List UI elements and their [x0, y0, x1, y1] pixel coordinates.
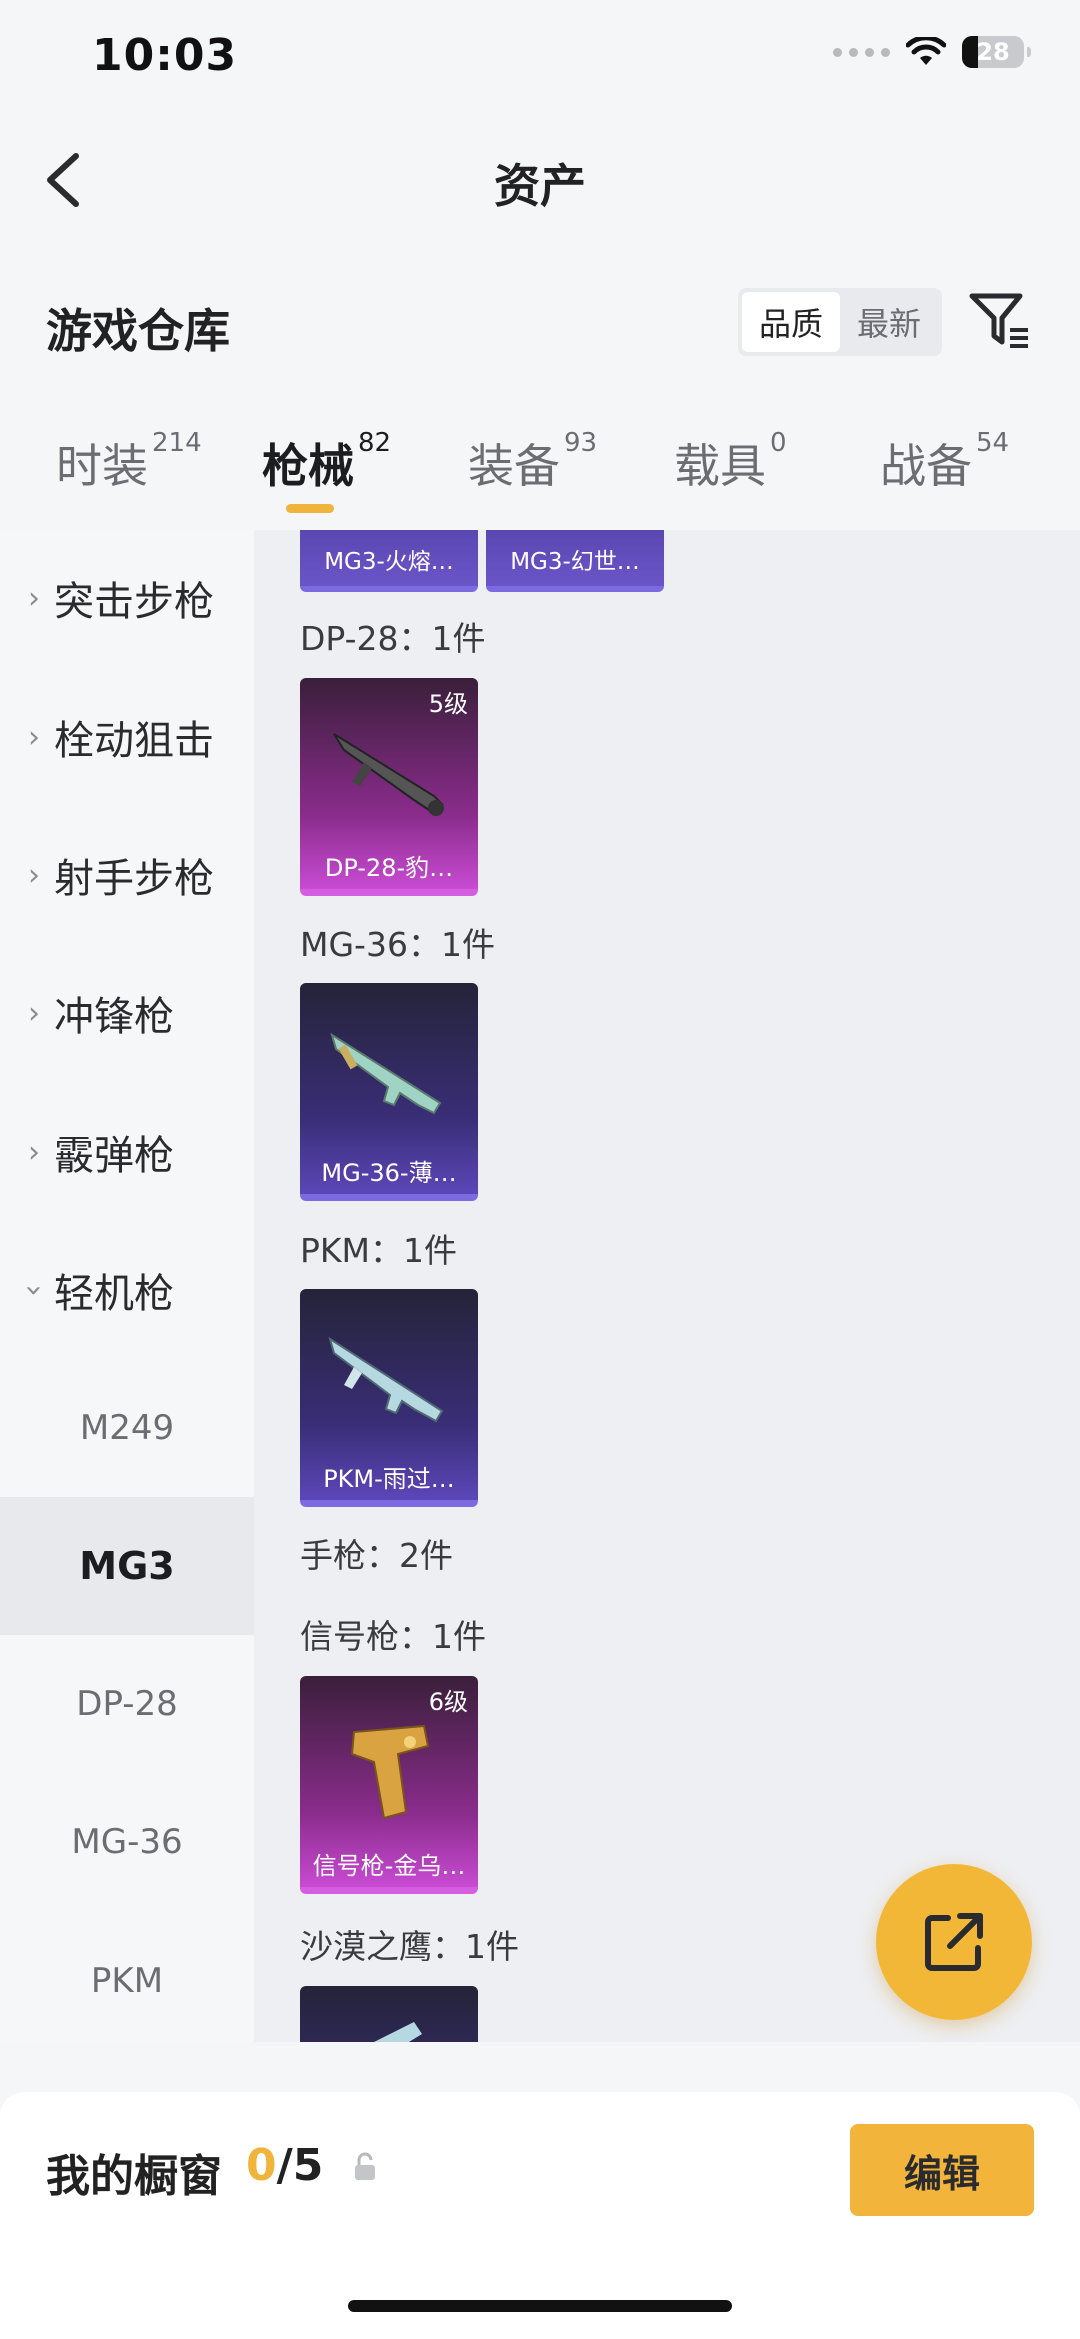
- chevron-down-icon: ›: [16, 1284, 52, 1296]
- sidebar-item-shotgun[interactable]: › 霰弹枪: [0, 1107, 254, 1197]
- filter-icon[interactable]: [966, 288, 1032, 354]
- sort-newest-button[interactable]: 最新: [840, 292, 938, 352]
- edit-button[interactable]: 编辑: [850, 2124, 1034, 2216]
- sidebar-item-assault-rifle[interactable]: › 突击步枪: [0, 553, 254, 643]
- item-card[interactable]: MG-36-薄…: [300, 983, 478, 1201]
- item-name: MG3-幻世…: [510, 549, 640, 575]
- page-title: 资产: [494, 159, 586, 213]
- item-card[interactable]: MG3-幻世…: [486, 530, 664, 592]
- sidebar-subitem-mg3[interactable]: MG3: [0, 1497, 254, 1635]
- sidebar-item-label: 栓动狙击: [54, 718, 214, 764]
- sidebar-subitem-pkm[interactable]: PKM: [0, 1912, 254, 2050]
- item-name: 信号枪-金乌…: [312, 1852, 466, 1880]
- tab-label: 时装: [56, 439, 148, 493]
- machine-gun-icon: [330, 1032, 442, 1115]
- group-title: 信号枪：1件: [300, 1617, 486, 1656]
- signal-icon: [833, 47, 890, 57]
- item-card[interactable]: 6级 信号枪-金乌…: [300, 1676, 478, 1894]
- tab-vehicles[interactable]: 载具 0: [674, 428, 787, 496]
- chevron-right-icon: ›: [28, 995, 40, 1031]
- item-name: MG-36-薄…: [321, 1159, 457, 1187]
- showcase-total: /5: [276, 2140, 324, 2191]
- group-title: DP-28：1件: [300, 619, 486, 658]
- tab-label: 枪械: [262, 439, 354, 493]
- item-card[interactable]: PKM-雨过…: [300, 1289, 478, 1507]
- sidebar-item-label: 轻机枪: [54, 1271, 174, 1317]
- lock-icon: [355, 2152, 375, 2180]
- group-title: 手枪：2件: [300, 1536, 453, 1575]
- sidebar-item-label: 射手步枪: [54, 856, 214, 902]
- sort-quality-button[interactable]: 品质: [742, 292, 840, 352]
- status-icons: 28: [833, 36, 1031, 68]
- tab-count: 82: [358, 428, 392, 458]
- sidebar-item-lmg[interactable]: › 轻机枪: [0, 1245, 254, 1335]
- tab-indicator: [286, 504, 334, 513]
- chevron-right-icon: ›: [28, 719, 40, 755]
- tab-equipment[interactable]: 装备 93: [468, 428, 598, 496]
- sidebar-item-label: 霰弹枪: [54, 1133, 174, 1179]
- sidebar-item-label: 突击步枪: [54, 579, 214, 625]
- tab-label: 载具: [674, 439, 766, 493]
- showcase-title: 我的橱窗: [46, 2151, 222, 2202]
- battery-icon: 28: [962, 36, 1031, 68]
- tab-gear[interactable]: 战备 54: [880, 428, 1010, 496]
- machine-gun-icon: [328, 1336, 444, 1423]
- sidebar-item-smg[interactable]: › 冲锋枪: [0, 968, 254, 1058]
- warehouse-title: 游戏仓库: [46, 304, 230, 358]
- chevron-right-icon: ›: [28, 857, 40, 893]
- sidebar-item-marksman-rifle[interactable]: › 射手步枪: [0, 830, 254, 920]
- category-tabs: 时装 214 枪械 82 装备 93 载具 0 战备 54: [0, 428, 1080, 530]
- status-time: 10:03: [92, 30, 238, 81]
- home-indicator: [348, 2300, 732, 2312]
- tab-label: 战备: [880, 439, 972, 493]
- machine-gun-icon: [333, 733, 444, 816]
- showcase-count: 0/5: [246, 2140, 323, 2191]
- sidebar-item-label: 冲锋枪: [54, 994, 174, 1040]
- external-link-icon: [925, 1913, 983, 1971]
- tab-firearms[interactable]: 枪械 82: [262, 428, 392, 496]
- weapon-sidebar: › 突击步枪 › 栓动狙击 › 射手步枪 › 冲锋枪 › 霰弹枪 › 轻机枪 M…: [0, 530, 254, 2042]
- item-name: MG3-火熔…: [324, 549, 454, 575]
- share-button[interactable]: [876, 1864, 1032, 2020]
- tab-label: 装备: [468, 439, 560, 493]
- chevron-right-icon: ›: [28, 1134, 40, 1170]
- battery-level: 28: [976, 38, 1010, 66]
- group-title: PKM：1件: [300, 1231, 458, 1270]
- item-name: DP-28-豹…: [324, 854, 454, 882]
- sidebar-subitem-mg36[interactable]: MG-36: [0, 1773, 254, 1911]
- pistol-icon: [374, 2022, 422, 2042]
- tab-count: 54: [976, 428, 1010, 458]
- showcase-used: 0: [246, 2140, 277, 2191]
- chevron-right-icon: ›: [28, 580, 40, 616]
- sort-toggle[interactable]: 品质 最新: [738, 288, 942, 356]
- item-card[interactable]: MG3-火熔…: [300, 530, 478, 592]
- tab-fashion[interactable]: 时装 214: [56, 428, 202, 496]
- wifi-icon: [906, 37, 946, 65]
- item-card[interactable]: [300, 1986, 478, 2042]
- tab-count: 93: [564, 428, 598, 458]
- sidebar-item-bolt-sniper[interactable]: › 栓动狙击: [0, 692, 254, 782]
- item-card[interactable]: 5级 DP-28-豹…: [300, 678, 478, 896]
- pistol-icon: [350, 1724, 430, 1820]
- sidebar-subitem-dp28[interactable]: DP-28: [0, 1635, 254, 1773]
- tab-count: 214: [152, 428, 202, 458]
- item-list: MG3-火熔… MG3-幻世… DP-28：1件 5级 DP-28-豹… MG-…: [254, 530, 1080, 2042]
- group-title: 沙漠之鹰：1件: [300, 1927, 519, 1966]
- group-title: MG-36：1件: [300, 925, 495, 964]
- item-name: PKM-雨过…: [323, 1465, 455, 1493]
- tab-count: 0: [770, 428, 787, 458]
- sidebar-subitem-m249[interactable]: M249: [0, 1359, 254, 1497]
